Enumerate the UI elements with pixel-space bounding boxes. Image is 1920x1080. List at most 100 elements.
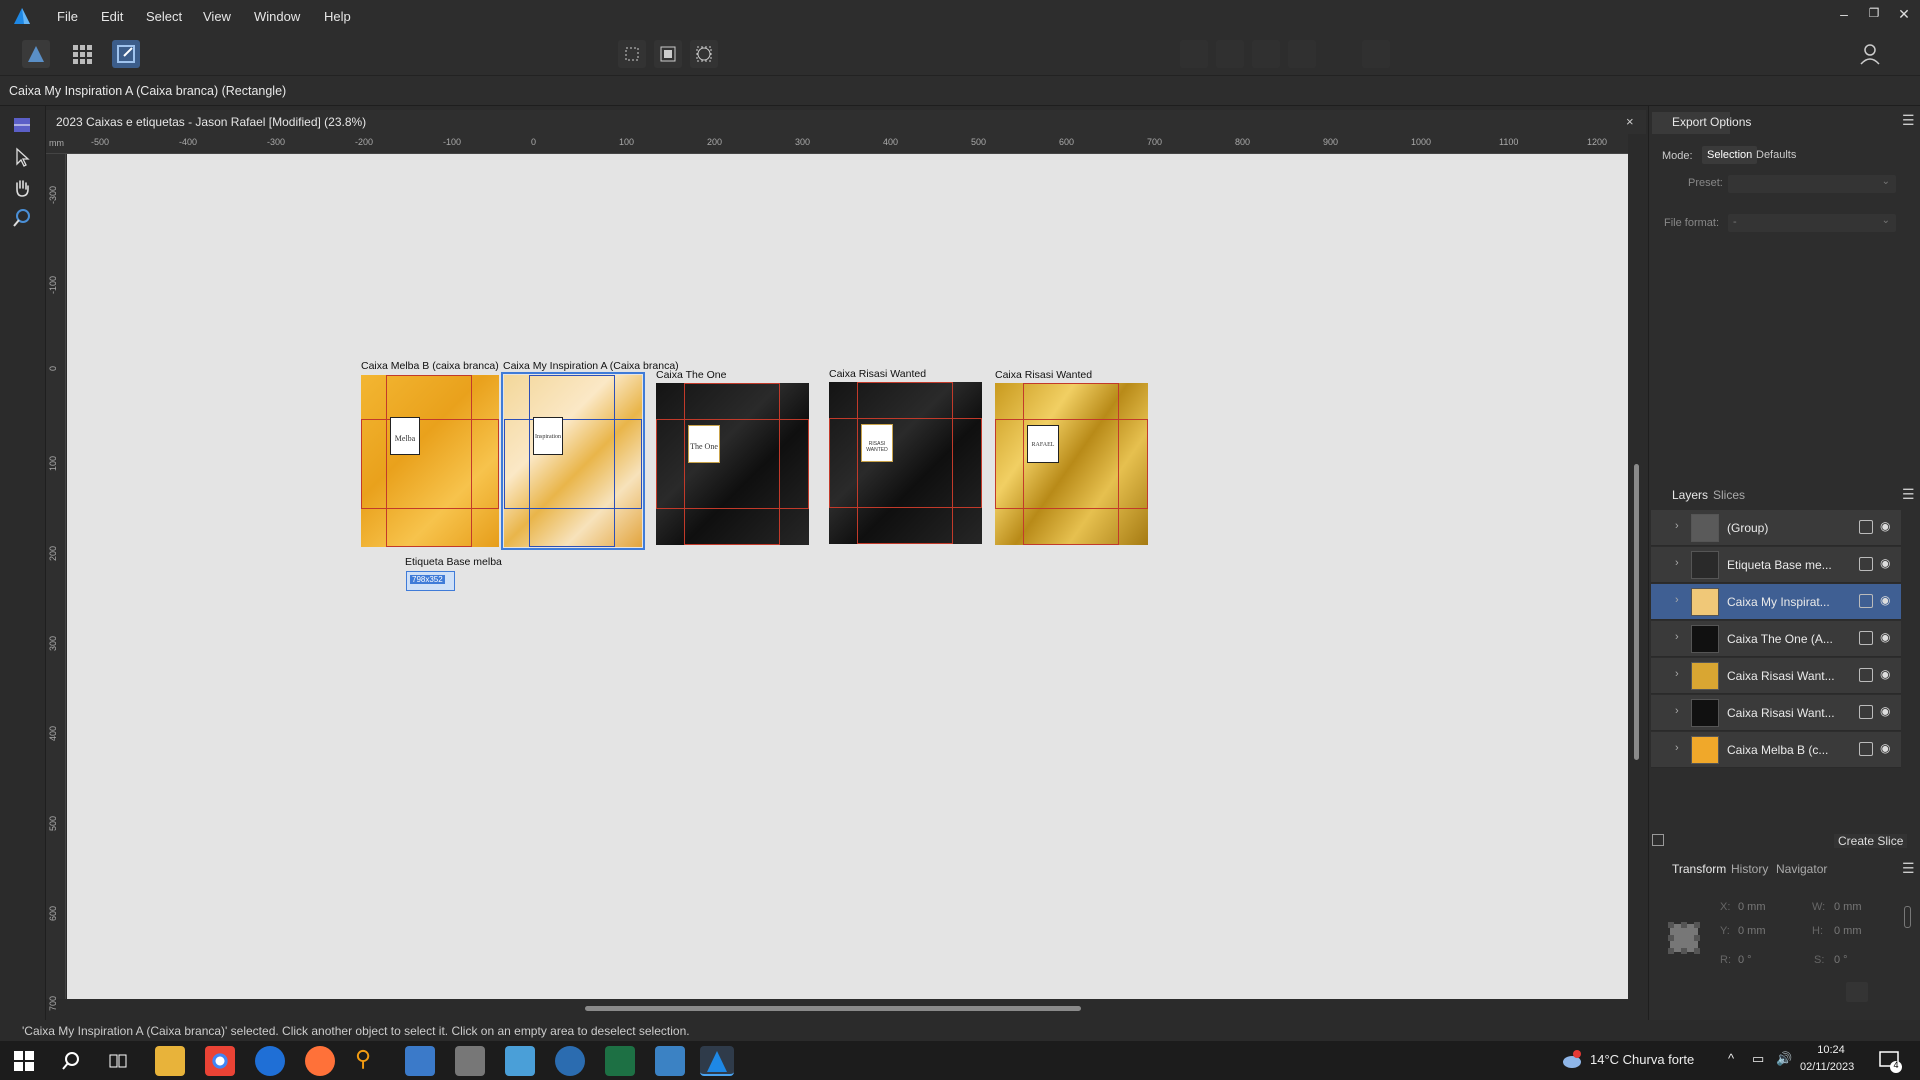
vertical-scrollbar[interactable] [1628,134,1646,999]
visibility-eye-icon[interactable]: ◉ [1880,667,1890,681]
add-slice-icon[interactable] [1652,834,1664,846]
affinity-designer-task-icon[interactable] [700,1046,734,1076]
menu-window[interactable]: Window [254,9,300,24]
export-toggle-icon[interactable] [1859,742,1873,756]
align-right-icon[interactable] [1252,40,1280,68]
menu-view[interactable]: View [203,9,231,24]
layer-row[interactable]: › Caixa My Inspirat... ◉ [1651,584,1901,620]
artboard-etiqueta-base-melba[interactable]: 798x352 [406,571,455,591]
menu-select[interactable]: Select [146,9,182,24]
edge-icon[interactable] [255,1046,285,1076]
expand-chevron-icon[interactable]: › [1675,520,1679,532]
file-explorer-icon[interactable] [155,1046,185,1076]
affinity-app-icon[interactable] [505,1046,535,1076]
canvas[interactable]: Caixa Melba B (caixa branca) Melba Caixa… [67,154,1628,999]
layer-row[interactable]: › (Group) ◉ [1651,510,1901,546]
export-toggle-icon[interactable] [1859,520,1873,534]
clock-time[interactable]: 10:24 [1805,1044,1857,1056]
pixel-persona-icon[interactable] [68,40,96,68]
task-view-icon[interactable] [108,1051,128,1071]
rotation-field[interactable]: 0 ° [1738,954,1752,966]
artboard-caixa-the-one[interactable]: The One [656,383,809,545]
slice-all-icon[interactable] [654,40,682,68]
horizontal-scrollbar[interactable] [67,999,1628,1020]
search-icon[interactable] [60,1050,82,1072]
layer-row[interactable]: › Caixa Melba B (c... ◉ [1651,732,1901,768]
layers-menu-icon[interactable]: ☰ [1902,486,1915,503]
export-toggle-icon[interactable] [1859,594,1873,608]
calendar-app-icon[interactable] [555,1046,585,1076]
firefox-icon[interactable] [305,1046,335,1076]
tab-export-options[interactable]: Export Options [1672,115,1751,129]
preset-dropdown[interactable]: ⌄ [1728,175,1896,193]
export-toggle-icon[interactable] [1859,668,1873,682]
calculator-icon[interactable] [655,1046,685,1076]
expand-chevron-icon[interactable]: › [1675,557,1679,569]
arrange-icon[interactable] [1362,40,1390,68]
close-document-icon[interactable]: × [1626,114,1634,129]
menu-edit[interactable]: Edit [101,9,123,24]
lock-aspect-icon[interactable] [1904,906,1911,928]
expand-chevron-icon[interactable]: › [1675,668,1679,680]
search-app-icon[interactable]: ⚲ [355,1046,385,1076]
create-slice-button[interactable]: Create Slice [1834,834,1908,848]
vertical-ruler[interactable]: -300 -100 0 100 200 300 400 500 600 700 [46,154,66,1011]
mode-defaults-button[interactable]: Defaults [1756,149,1796,161]
windows-start-icon[interactable] [14,1051,34,1071]
expand-chevron-icon[interactable]: › [1675,594,1679,606]
transform-menu-icon[interactable]: ☰ [1902,860,1915,877]
tab-transform[interactable]: Transform [1672,862,1726,876]
tray-chevron-icon[interactable]: ^ [1728,1051,1734,1066]
tab-slices[interactable]: Slices [1713,488,1745,502]
align-left-icon[interactable] [1180,40,1208,68]
export-toggle-icon[interactable] [1859,557,1873,571]
visibility-eye-icon[interactable]: ◉ [1880,519,1890,533]
expand-chevron-icon[interactable]: › [1675,705,1679,717]
visibility-eye-icon[interactable]: ◉ [1880,741,1890,755]
artboard-caixa-melba[interactable]: Melba [361,375,499,547]
weather-icon[interactable] [1560,1050,1582,1070]
file-format-dropdown[interactable]: - ⌄ [1728,214,1896,232]
menu-help[interactable]: Help [324,9,351,24]
tab-history[interactable]: History [1731,862,1768,876]
export-persona-icon[interactable] [112,40,140,68]
slice-select-icon[interactable] [618,40,646,68]
slice-tool-icon[interactable] [11,114,33,136]
document-tab[interactable]: 2023 Caixas e etiquetas - Jason Rafael [… [46,110,1646,134]
layer-row[interactable]: › Caixa The One (A... ◉ [1651,621,1901,657]
tab-navigator[interactable]: Navigator [1776,862,1827,876]
layer-row[interactable]: › Etiqueta Base me... ◉ [1651,547,1901,583]
artboard-caixa-my-inspiration[interactable]: Inspiration [501,372,645,550]
volume-icon[interactable]: 🔊 [1776,1051,1792,1067]
artboard-caixa-risasi-wanted-gold[interactable]: RAFAEL [995,383,1148,545]
x-field[interactable]: 0 mm [1738,901,1766,913]
w-field[interactable]: 0 mm [1834,901,1862,913]
designer-persona-icon[interactable] [22,40,50,68]
h-field[interactable]: 0 mm [1834,925,1862,937]
align-center-icon[interactable] [1216,40,1244,68]
remote-desktop-icon[interactable] [405,1046,435,1076]
mode-selection-button[interactable]: Selection [1702,146,1758,164]
chrome-icon[interactable] [205,1046,235,1076]
horizontal-scroll-thumb[interactable] [585,1006,1081,1011]
user-account-icon[interactable] [1856,40,1884,68]
menu-file[interactable]: File [57,9,78,24]
minimize-icon[interactable]: – [1834,6,1854,22]
hand-tool-icon[interactable] [11,177,33,199]
visibility-eye-icon[interactable]: ◉ [1880,704,1890,718]
restore-icon[interactable]: ❐ [1864,6,1884,20]
transform-origin-icon[interactable] [1846,982,1868,1002]
notifications-icon[interactable]: 4 [1878,1049,1902,1073]
expand-chevron-icon[interactable]: › [1675,742,1679,754]
horizontal-ruler[interactable]: mm -500 -400 -300 -200 -100 0 100 200 300 400 500 6… [46,134,1628,154]
layer-row[interactable]: › Caixa Risasi Want... ◉ [1651,695,1901,731]
visibility-eye-icon[interactable]: ◉ [1880,593,1890,607]
move-tool-icon[interactable] [11,146,33,168]
anchor-point-icon[interactable] [1666,920,1702,956]
close-window-icon[interactable]: ✕ [1894,6,1914,23]
clock-date[interactable]: 02/11/2023 [1800,1061,1854,1073]
export-toggle-icon[interactable] [1859,631,1873,645]
slice-layers-icon[interactable] [690,40,718,68]
visibility-eye-icon[interactable]: ◉ [1880,556,1890,570]
expand-chevron-icon[interactable]: › [1675,631,1679,643]
